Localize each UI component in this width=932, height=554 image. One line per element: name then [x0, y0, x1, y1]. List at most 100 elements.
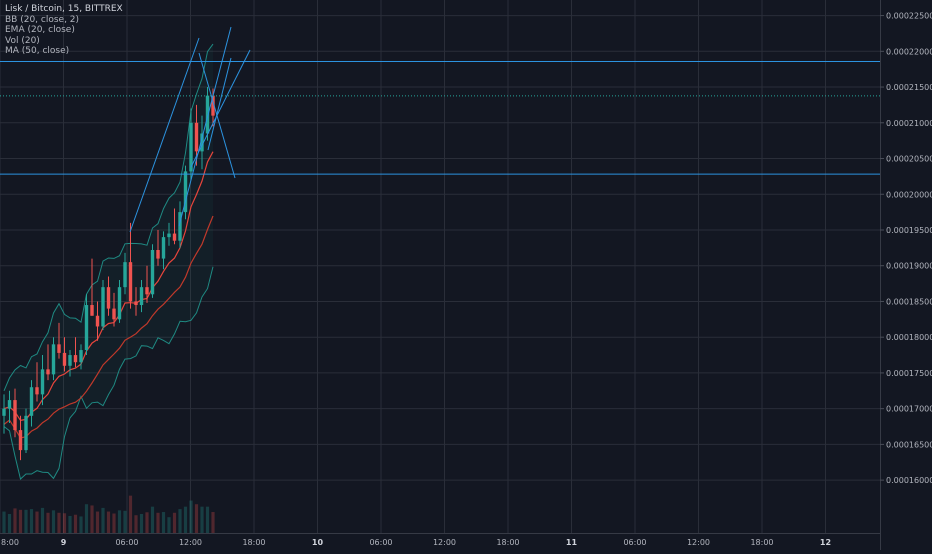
volume-bar [139, 514, 144, 533]
candle-body [90, 305, 94, 316]
x-tick-label: 06:00 [115, 538, 138, 547]
y-tick-label: 0.00018500 [886, 297, 932, 306]
candle-body [205, 95, 210, 134]
volume-bar [183, 506, 188, 533]
candle-body [51, 344, 56, 375]
candle-body [68, 355, 72, 366]
candle-body [40, 369, 45, 395]
y-tick-label: 0.00022500 [886, 12, 932, 21]
x-tick-label: 10 [312, 538, 324, 547]
y-tick-label: 0.00017500 [886, 369, 932, 378]
candle-body [46, 369, 50, 375]
candle-body [7, 400, 12, 409]
y-tick-label: 0.00019000 [886, 262, 932, 271]
x-tick-label: 8:00 [1, 538, 19, 547]
candle-body [79, 350, 83, 363]
candle-body [35, 387, 39, 395]
candle-body [18, 430, 23, 451]
x-tick-label: 12:00 [433, 538, 456, 547]
y-tick-label: 0.00016500 [886, 440, 932, 449]
candle-body [128, 262, 133, 302]
volume-bar [161, 512, 166, 533]
volume-bar [62, 513, 67, 533]
volume-bar [178, 509, 182, 533]
candle-body [62, 352, 67, 366]
candle-body [117, 287, 122, 320]
volume-bar [123, 510, 127, 533]
y-tick-label: 0.00020500 [886, 155, 932, 164]
candle-body [139, 287, 144, 306]
chart-legend: Lisk / Bitcoin, 15, BITTREX BB (20, clos… [5, 4, 123, 57]
price-axis: 0.00022500 0.00022000 0.00021500 0.00021000… [880, 0, 932, 550]
candle-body [24, 415, 28, 451]
candle-body [145, 287, 149, 295]
volume-bar [134, 515, 138, 533]
candle-body [150, 249, 155, 295]
candle-body [112, 308, 116, 320]
candle-body [29, 387, 34, 416]
volume-bar [40, 507, 45, 533]
volume-bar [156, 512, 160, 533]
x-tick-label: 18:00 [496, 538, 519, 547]
volume-bar [68, 515, 72, 533]
y-tick-label: 0.00021500 [886, 83, 932, 92]
volume-bar [189, 500, 193, 533]
legend-bb[interactable]: BB (20, close, 2) [5, 15, 123, 26]
candle-body [156, 249, 160, 259]
volume-bar [57, 512, 61, 533]
volume-bar [51, 510, 56, 533]
volume-bar [73, 514, 78, 533]
x-tick-label: 18:00 [750, 538, 773, 547]
x-tick-label: 12:00 [687, 538, 710, 547]
volume-bar [90, 505, 94, 533]
volume-bar [211, 512, 215, 533]
volume-bar [101, 507, 105, 533]
legend-symbol[interactable]: Lisk / Bitcoin, 15, BITTREX [5, 4, 123, 15]
volume-bar [172, 512, 177, 533]
volume-bar [128, 495, 133, 533]
candle-body [161, 237, 166, 259]
volume-bar [145, 512, 149, 533]
legend-ma[interactable]: MA (50, close) [5, 46, 123, 57]
candle-body [134, 301, 138, 306]
candle-body [84, 305, 89, 351]
candle-body [167, 233, 171, 238]
volume-bar [7, 514, 12, 533]
candle-body [172, 233, 177, 241]
x-tick-label: 12:00 [179, 538, 202, 547]
legend-ema[interactable]: EMA (20, close) [5, 25, 123, 36]
x-tick-label: 9 [61, 538, 67, 547]
legend-vol[interactable]: Vol (20) [5, 36, 123, 47]
x-tick-label: 11 [566, 538, 578, 547]
candle-body [73, 355, 78, 363]
volume-bar [18, 509, 23, 533]
x-tick-label: 06:00 [369, 538, 392, 547]
volume-bar [46, 512, 50, 533]
y-tick-label: 0.00017000 [886, 405, 932, 414]
volume-bar [13, 508, 17, 533]
volume-bar [150, 506, 155, 533]
candle-body [13, 400, 17, 431]
y-tick-label: 0.00016000 [886, 476, 932, 485]
x-tick-label: 18:00 [242, 538, 265, 547]
chart[interactable]: 0.000218580.000213760.0002028214:22 0.00… [0, 0, 932, 550]
volume-bar [84, 504, 89, 533]
candle-body [2, 408, 6, 416]
volume-bar [200, 506, 204, 533]
volume-bar [95, 511, 100, 533]
y-tick-label: 0.00019500 [886, 226, 932, 235]
y-tick-label: 0.00021000 [886, 119, 932, 128]
volume-bar [2, 511, 6, 533]
volume-bar [29, 509, 34, 533]
candle-body [106, 287, 111, 309]
volume-bar [79, 516, 83, 533]
price-chart-svg[interactable]: 0.000218580.000213760.0002028214:22 0.00… [0, 0, 932, 550]
candle-body [101, 287, 105, 327]
volume-bar [167, 517, 171, 533]
volume-bar [194, 504, 199, 533]
volume-bar [24, 509, 28, 533]
candle[interactable] [101, 280, 105, 331]
y-tick-label: 0.00022000 [886, 47, 932, 56]
volume-bar [112, 513, 116, 533]
candle[interactable] [150, 244, 155, 298]
